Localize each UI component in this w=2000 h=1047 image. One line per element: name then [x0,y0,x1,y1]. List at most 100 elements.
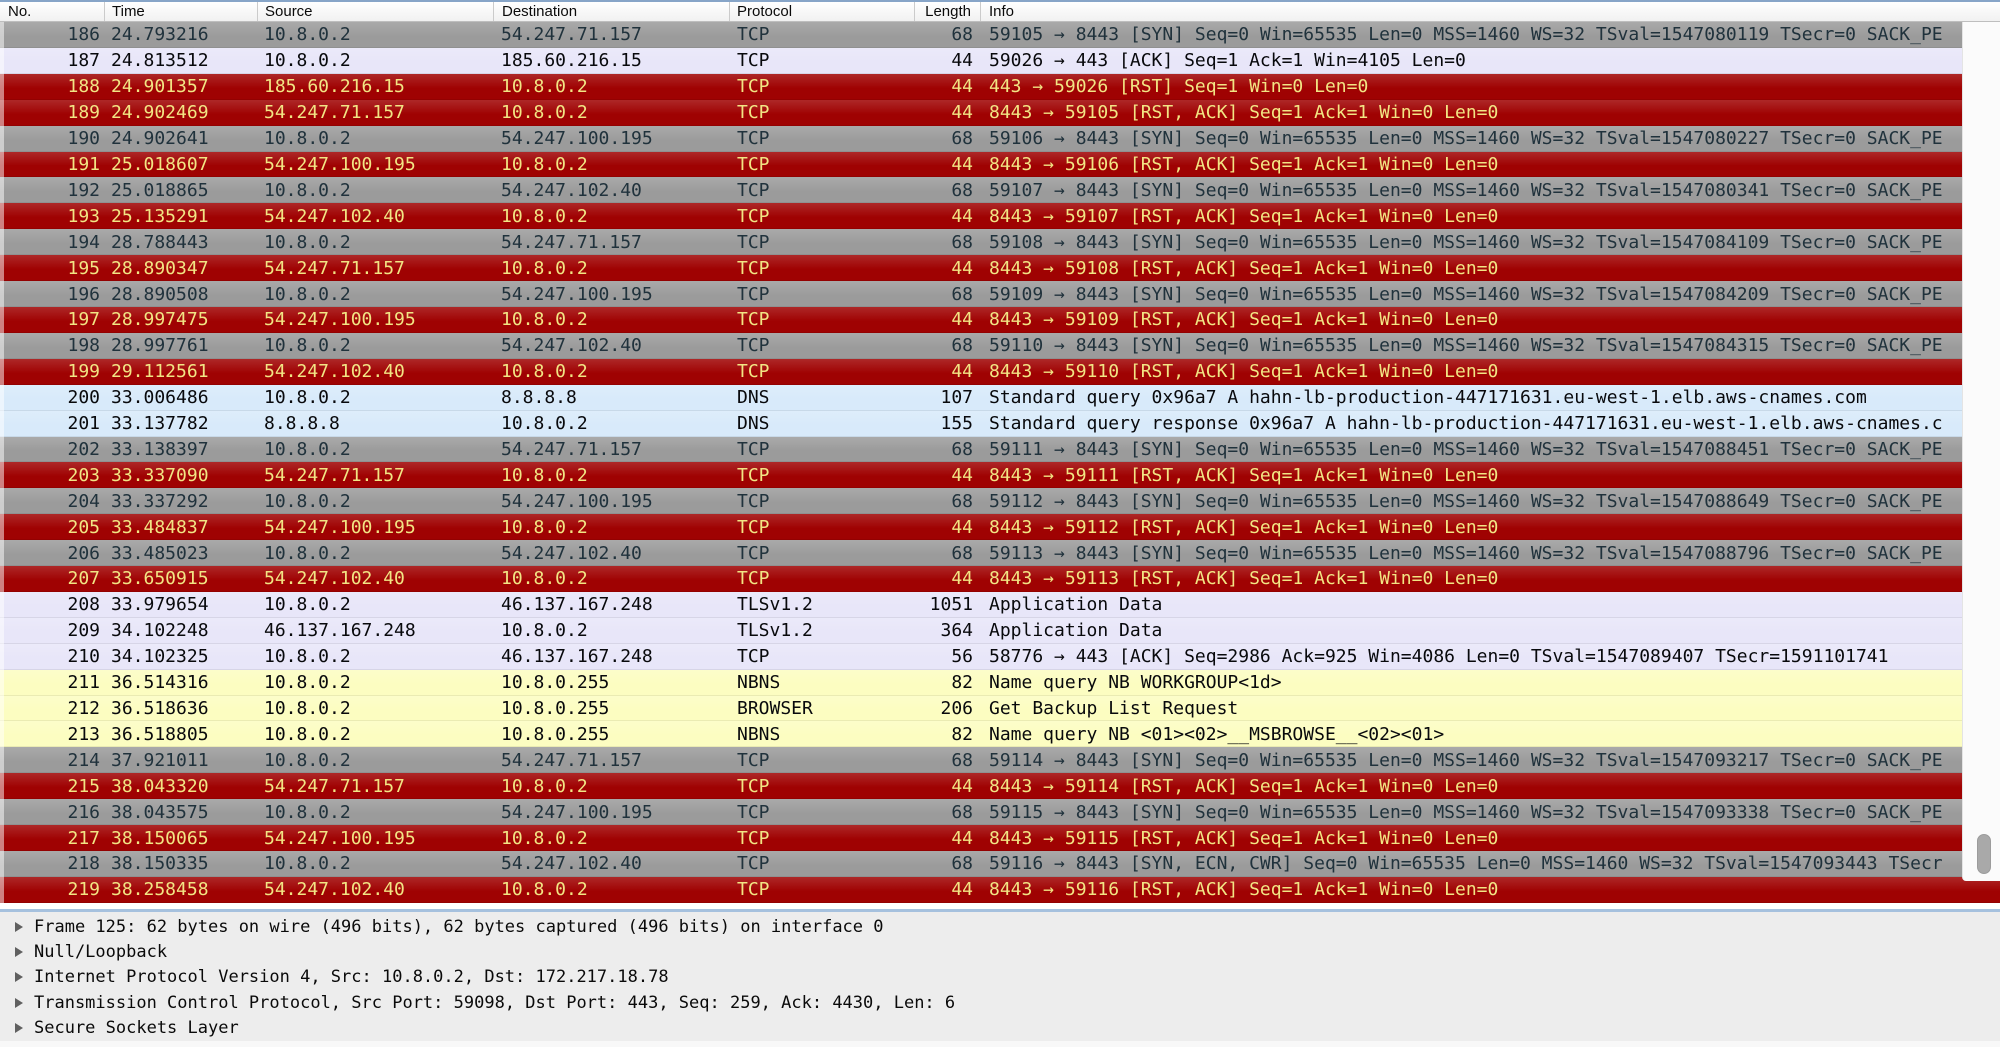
packet-row[interactable]: 205 33.484837 54.247.100.195 10.8.0.2 TC… [0,514,2000,541]
cell-length: 44 [951,76,973,98]
vertical-scrollbar[interactable] [1962,22,2000,881]
packet-row[interactable]: 209 34.102248 46.137.167.248 10.8.0.2 TL… [0,617,2000,644]
cell-destination: 10.8.0.2 [501,413,588,435]
column-header-info[interactable]: Info [981,2,2000,21]
detail-row-null-loopback[interactable]: Null/Loopback [0,939,2000,964]
cell-no: 188 [67,76,100,98]
packet-row[interactable]: 216 38.043575 10.8.0.2 54.247.100.195 TC… [0,799,2000,826]
column-header-protocol[interactable]: Protocol [730,2,915,21]
packet-row[interactable]: 195 28.890347 54.247.71.157 10.8.0.2 TCP… [0,255,2000,282]
cell-no: 212 [67,698,100,720]
packet-row[interactable]: 192 25.018865 10.8.0.2 54.247.102.40 TCP… [0,177,2000,204]
cell-info: 8443 → 59111 [RST, ACK] Seq=1 Ack=1 Win=… [989,464,1499,486]
expander-triangle-icon[interactable] [15,997,23,1008]
packet-row[interactable]: 203 33.337090 54.247.71.157 10.8.0.2 TCP… [0,462,2000,489]
cell-length: 44 [951,879,973,901]
cell-no: 194 [67,231,100,253]
packet-row[interactable]: 200 33.006486 10.8.0.2 8.8.8.8 DNS 107 S… [0,384,2000,411]
cell-source: 10.8.0.2 [264,646,351,668]
expander-triangle-icon[interactable] [15,921,23,932]
column-header-no[interactable]: No. [0,2,105,21]
cell-source: 54.247.100.195 [264,827,416,849]
cell-time: 33.485023 [111,542,209,564]
cell-destination: 54.247.102.40 [501,335,642,357]
cell-time: 28.997475 [111,309,209,331]
packet-row[interactable]: 218 38.150335 10.8.0.2 54.247.102.40 TCP… [0,851,2000,877]
cell-protocol: TCP [737,205,770,227]
cell-time: 24.793216 [111,24,209,46]
packet-row[interactable]: 210 34.102325 10.8.0.2 46.137.167.248 TC… [0,643,2000,670]
column-header-source[interactable]: Source [258,2,494,21]
expander-triangle-icon[interactable] [15,947,23,958]
detail-row-frame[interactable]: Frame 125: 62 bytes on wire (496 bits), … [0,914,2000,939]
packet-row[interactable]: 208 33.979654 10.8.0.2 46.137.167.248 TL… [0,591,2000,618]
cell-time: 25.018865 [111,179,209,201]
cell-protocol: TCP [737,568,770,590]
cell-time: 33.484837 [111,516,209,538]
cell-protocol: TCP [737,749,770,771]
packet-row[interactable]: 215 38.043320 54.247.71.157 10.8.0.2 TCP… [0,773,2000,800]
cell-length: 44 [951,827,973,849]
cell-destination: 10.8.0.255 [501,698,610,720]
packet-row[interactable]: 202 33.138397 10.8.0.2 54.247.71.157 TCP… [0,436,2000,463]
cell-length: 44 [951,568,973,590]
packet-row[interactable]: 194 28.788443 10.8.0.2 54.247.71.157 TCP… [0,229,2000,256]
packet-row[interactable]: 212 36.518636 10.8.0.2 10.8.0.255 BROWSE… [0,695,2000,722]
cell-no: 205 [67,516,100,538]
cell-destination: 10.8.0.2 [501,153,588,175]
cell-destination: 185.60.216.15 [501,50,642,72]
packet-row[interactable]: 187 24.813512 10.8.0.2 185.60.216.15 TCP… [0,47,2000,74]
detail-row-ssl[interactable]: Secure Sockets Layer [0,1016,2000,1041]
cell-time: 33.337292 [111,490,209,512]
cell-protocol: TCP [737,153,770,175]
cell-destination: 10.8.0.2 [501,257,588,279]
packet-row[interactable]: 199 29.112561 54.247.102.40 10.8.0.2 TCP… [0,358,2000,385]
cell-length: 364 [940,620,973,642]
column-header-destination[interactable]: Destination [494,2,730,21]
packet-row[interactable]: 217 38.150065 54.247.100.195 10.8.0.2 TC… [0,825,2000,851]
detail-row-tcp[interactable]: Transmission Control Protocol, Src Port:… [0,990,2000,1015]
packet-row[interactable]: 191 25.018607 54.247.100.195 10.8.0.2 TC… [0,151,2000,178]
cell-no: 210 [67,646,100,668]
cell-time: 36.518805 [111,723,209,745]
cell-time: 24.902469 [111,102,209,124]
expander-triangle-icon[interactable] [15,1023,23,1034]
cell-source: 54.247.102.40 [264,361,405,383]
packet-row[interactable]: 188 24.901357 185.60.216.15 10.8.0.2 TCP… [0,73,2000,100]
packet-row[interactable]: 193 25.135291 54.247.102.40 10.8.0.2 TCP… [0,203,2000,230]
column-header-length[interactable]: Length [915,2,981,21]
cell-protocol: TCP [737,76,770,98]
pane-splitter[interactable] [0,909,2000,912]
cell-time: 36.518636 [111,698,209,720]
cell-info: 8443 → 59110 [RST, ACK] Seq=1 Ack=1 Win=… [989,361,1499,383]
cell-protocol: TCP [737,464,770,486]
detail-row-ipv4[interactable]: Internet Protocol Version 4, Src: 10.8.0… [0,965,2000,990]
detail-row-label: Transmission Control Protocol, Src Port:… [34,992,956,1013]
packet-row[interactable]: 214 37.921011 10.8.0.2 54.247.71.157 TCP… [0,747,2000,774]
cell-source: 10.8.0.2 [264,179,351,201]
packet-row[interactable]: 197 28.997475 54.247.100.195 10.8.0.2 TC… [0,306,2000,333]
packet-row[interactable]: 196 28.890508 10.8.0.2 54.247.100.195 TC… [0,281,2000,307]
scrollbar-thumb[interactable] [1977,834,1991,874]
packet-row[interactable]: 219 38.258458 54.247.102.40 10.8.0.2 TCP… [0,876,2000,903]
cell-no: 186 [67,24,100,46]
packet-row[interactable]: 201 33.137782 8.8.8.8 10.8.0.2 DNS 155 S… [0,410,2000,437]
packet-row[interactable]: 207 33.650915 54.247.102.40 10.8.0.2 TCP… [0,566,2000,592]
cell-source: 10.8.0.2 [264,490,351,512]
cell-source: 54.247.102.40 [264,879,405,901]
cell-destination: 10.8.0.2 [501,361,588,383]
cell-length: 68 [951,283,973,305]
cell-time: 25.135291 [111,205,209,227]
packet-row[interactable]: 186 24.793216 10.8.0.2 54.247.71.157 TCP… [0,22,2000,48]
packet-row[interactable]: 189 24.902469 54.247.71.157 10.8.0.2 TCP… [0,99,2000,126]
packet-row[interactable]: 198 28.997761 10.8.0.2 54.247.102.40 TCP… [0,332,2000,359]
cell-protocol: DNS [737,413,770,435]
packet-row[interactable]: 213 36.518805 10.8.0.2 10.8.0.255 NBNS 8… [0,721,2000,748]
packet-row[interactable]: 211 36.514316 10.8.0.2 10.8.0.255 NBNS 8… [0,669,2000,696]
packet-row[interactable]: 190 24.902641 10.8.0.2 54.247.100.195 TC… [0,125,2000,152]
cell-protocol: TCP [737,179,770,201]
packet-row[interactable]: 206 33.485023 10.8.0.2 54.247.102.40 TCP… [0,540,2000,567]
column-header-time[interactable]: Time [105,2,258,21]
packet-row[interactable]: 204 33.337292 10.8.0.2 54.247.100.195 TC… [0,488,2000,515]
expander-triangle-icon[interactable] [15,972,23,983]
